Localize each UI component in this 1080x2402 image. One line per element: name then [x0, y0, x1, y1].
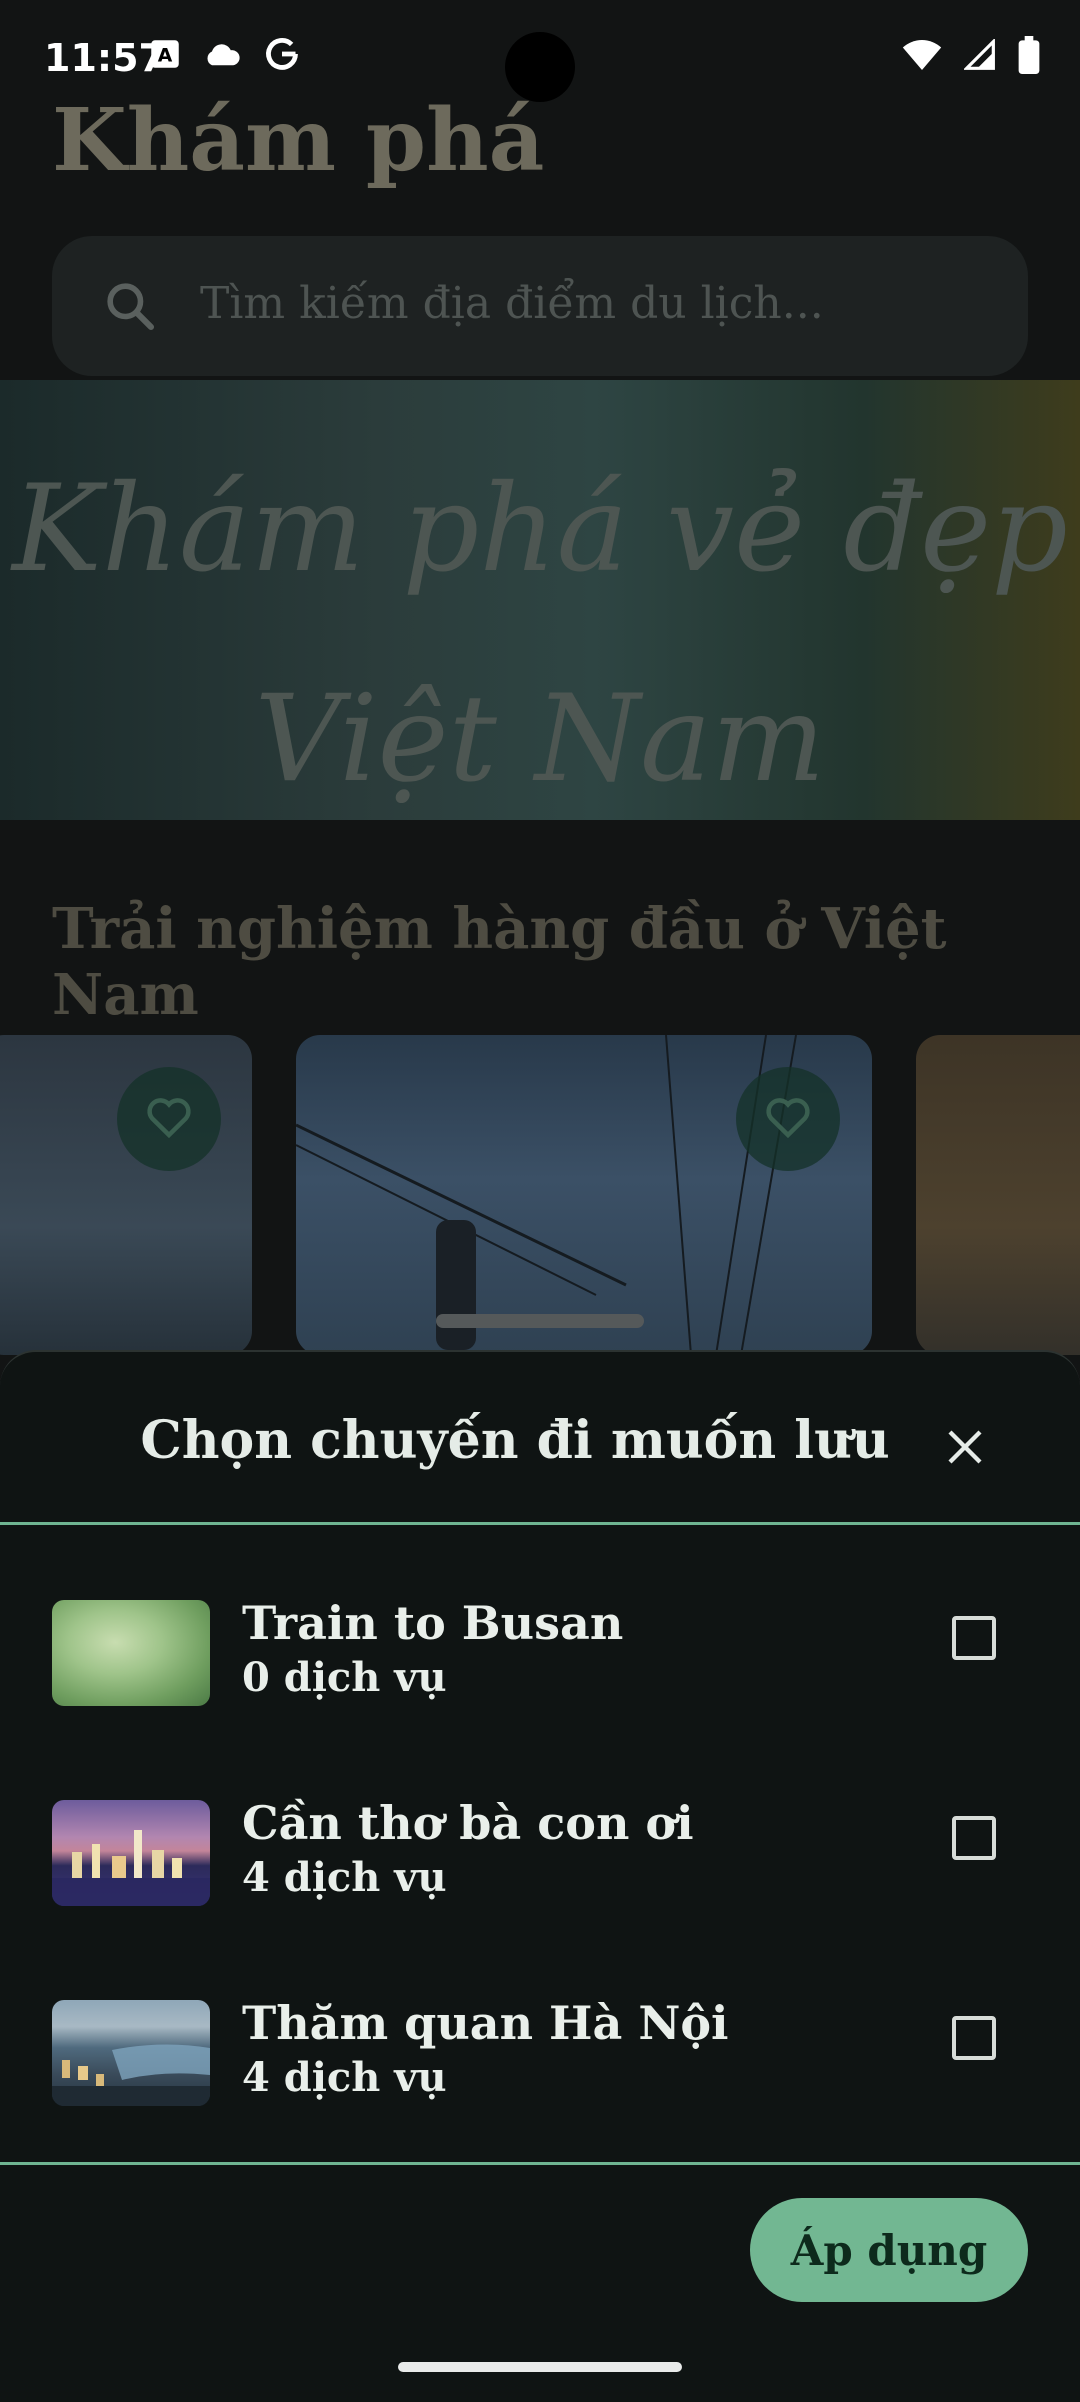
- trip-service-count: 0 dịch vụ: [242, 1654, 447, 1701]
- heart-icon: [142, 1090, 196, 1148]
- trip-checkbox[interactable]: [952, 1616, 996, 1660]
- trip-service-count: 4 dịch vụ: [242, 1854, 447, 1901]
- save-trip-sheet: Chọn chuyến đi muốn lưu Train to Busan 0…: [0, 1350, 1080, 2402]
- status-time: 11:57: [44, 36, 165, 80]
- trip-name: Thăm quan Hà Nội: [242, 1996, 729, 2050]
- trip-checkbox[interactable]: [952, 2016, 996, 2060]
- search-icon: [102, 278, 158, 338]
- trip-item[interactable]: Cần thơ bà con ơi 4 dịch vụ: [0, 1782, 1080, 1952]
- keyboard-icon: A: [150, 39, 180, 73]
- hero-heading-line1: Khám phá vẻ đẹp: [12, 460, 1068, 599]
- favorite-button[interactable]: [117, 1067, 221, 1171]
- experience-card[interactable]: [0, 1035, 252, 1355]
- svg-text:A: A: [158, 46, 173, 67]
- heart-icon: [761, 1090, 815, 1148]
- sheet-divider: [0, 1522, 1080, 1525]
- experience-card[interactable]: [916, 1035, 1080, 1355]
- trip-name: Cần thơ bà con ơi: [242, 1796, 694, 1850]
- trip-item[interactable]: Thăm quan Hà Nội 4 dịch vụ: [0, 1982, 1080, 2152]
- section-title: Trải nghiệm hàng đầu ở Việt Nam: [52, 896, 947, 1028]
- trip-thumbnail: [52, 1800, 210, 1906]
- battery-icon: [1018, 36, 1040, 78]
- hero-heading-line2: Việt Nam: [254, 670, 826, 809]
- search-placeholder: Tìm kiếm địa điểm du lịch...: [200, 278, 824, 329]
- signal-icon: [962, 37, 996, 75]
- apply-button[interactable]: Áp dụng: [750, 2198, 1028, 2302]
- home-gesture-bar[interactable]: [398, 2362, 682, 2372]
- close-icon: [945, 1427, 985, 1471]
- search-input[interactable]: Tìm kiếm địa điểm du lịch...: [52, 236, 1028, 376]
- trip-name: Train to Busan: [242, 1596, 624, 1650]
- trip-thumbnail: [52, 1600, 210, 1706]
- trip-item[interactable]: Train to Busan 0 dịch vụ: [0, 1582, 1080, 1752]
- favorite-button[interactable]: [736, 1067, 840, 1171]
- sheet-drag-handle[interactable]: [436, 1314, 644, 1328]
- sheet-divider: [0, 2162, 1080, 2165]
- camera-cutout: [505, 32, 575, 102]
- wifi-icon: [902, 38, 942, 76]
- close-button[interactable]: [930, 1414, 1000, 1484]
- trip-thumbnail: [52, 2000, 210, 2106]
- sheet-title: Chọn chuyến đi muốn lưu: [140, 1410, 890, 1471]
- cloud-icon: [202, 39, 242, 73]
- experience-card[interactable]: [296, 1035, 872, 1355]
- trip-service-count: 4 dịch vụ: [242, 2054, 447, 2101]
- google-icon: [264, 36, 300, 76]
- trip-checkbox[interactable]: [952, 1816, 996, 1860]
